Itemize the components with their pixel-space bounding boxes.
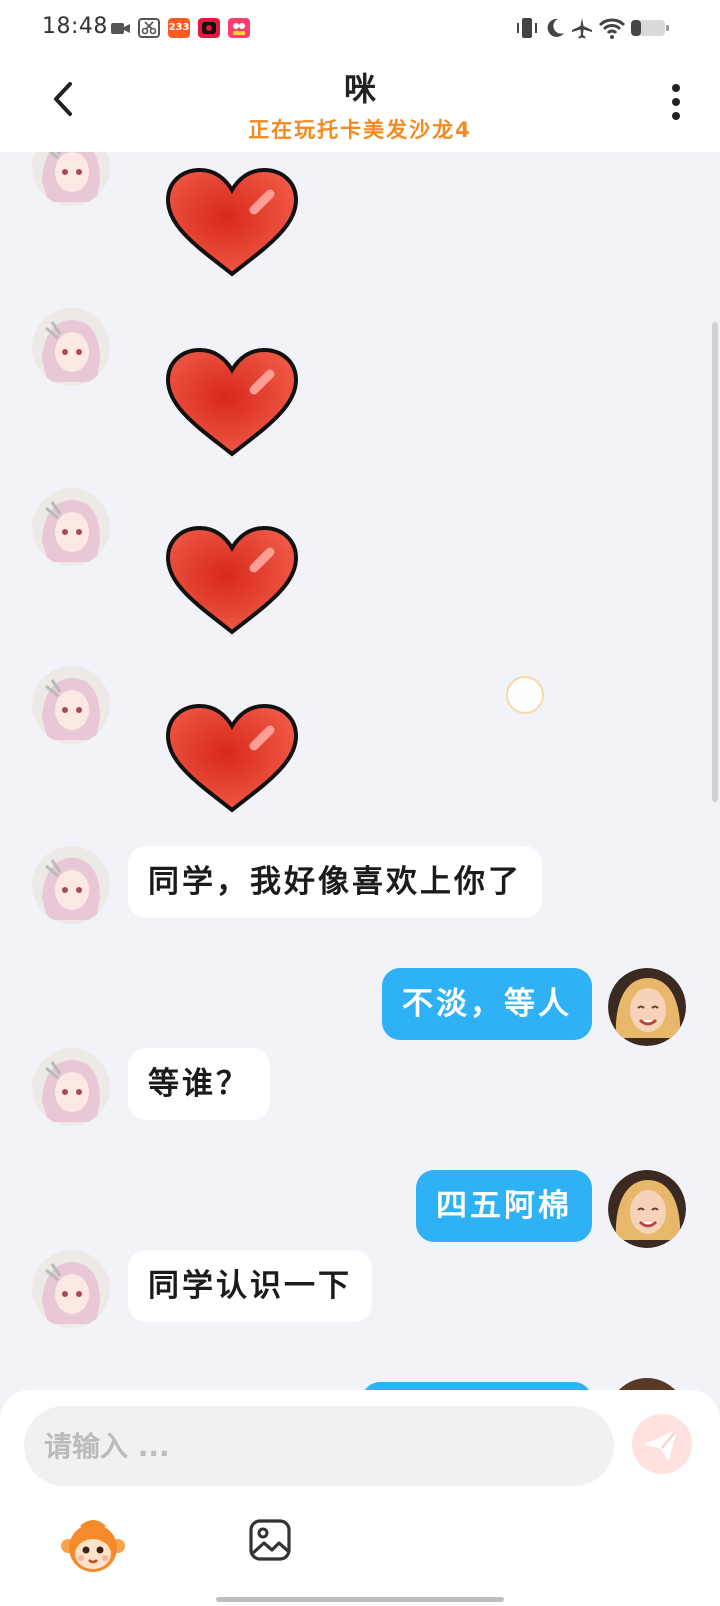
contact-avatar[interactable]	[32, 488, 110, 566]
incoming-message-bubble[interactable]: 同学认识一下	[128, 1250, 372, 1322]
contact-avatar[interactable]	[32, 666, 110, 744]
contact-avatar[interactable]	[32, 1048, 110, 1126]
outgoing-message-bubble[interactable]: 四五阿棉	[416, 1170, 592, 1242]
heart-sticker[interactable]	[162, 166, 302, 282]
heart-sticker[interactable]	[162, 524, 302, 640]
message-list[interactable]: 同学，我好像喜欢上你了 不淡，等人 等谁？ 四五阿棉 同学认识一下	[0, 152, 720, 1392]
status-bar: 18:48 233	[0, 0, 720, 56]
image-icon	[249, 1519, 291, 1561]
home-indicator[interactable]	[216, 1597, 504, 1602]
video-icon	[110, 18, 132, 38]
image-button[interactable]	[248, 1518, 292, 1562]
contact-avatar[interactable]	[32, 152, 110, 206]
chat-title: 咪	[343, 70, 376, 108]
chat-screen: 18:48 233 咪 正在玩托卡美发沙龙4 同学，我好像喜欢上你了 不淡，等人…	[0, 0, 720, 1606]
scrollbar[interactable]	[712, 322, 718, 802]
mascot-button[interactable]	[60, 1516, 126, 1576]
battery-icon	[630, 16, 670, 40]
more-options-button[interactable]	[660, 82, 692, 126]
game-app-icon	[228, 18, 250, 38]
contact-avatar[interactable]	[32, 846, 110, 924]
user-avatar[interactable]	[608, 1170, 686, 1248]
moon-icon	[544, 16, 566, 40]
chat-header: 咪 正在玩托卡美发沙龙4	[0, 56, 720, 152]
user-avatar[interactable]	[608, 968, 686, 1046]
send-button[interactable]	[632, 1414, 692, 1474]
camera-app-icon	[198, 18, 220, 38]
heart-sticker[interactable]	[162, 346, 302, 462]
more-vertical-icon	[672, 84, 680, 120]
touch-indicator	[506, 676, 544, 714]
wifi-icon	[598, 16, 626, 40]
status-time: 18:48	[42, 14, 108, 39]
contact-avatar[interactable]	[32, 1250, 110, 1328]
mascot-icon	[61, 1520, 125, 1572]
heart-sticker[interactable]	[162, 702, 302, 818]
contact-avatar[interactable]	[32, 308, 110, 386]
composer	[0, 1390, 720, 1606]
scissors-app-icon	[138, 18, 160, 38]
incoming-message-bubble[interactable]: 同学，我好像喜欢上你了	[128, 846, 542, 918]
vibrate-icon	[516, 16, 538, 40]
app-233-icon: 233	[168, 18, 190, 38]
send-icon	[646, 1430, 677, 1460]
message-input[interactable]	[24, 1406, 614, 1486]
outgoing-message-bubble[interactable]: 不淡，等人	[382, 968, 592, 1040]
incoming-message-bubble[interactable]: 等谁？	[128, 1048, 270, 1120]
chat-subtitle: 正在玩托卡美发沙龙4	[248, 118, 472, 142]
airplane-icon	[570, 16, 594, 40]
